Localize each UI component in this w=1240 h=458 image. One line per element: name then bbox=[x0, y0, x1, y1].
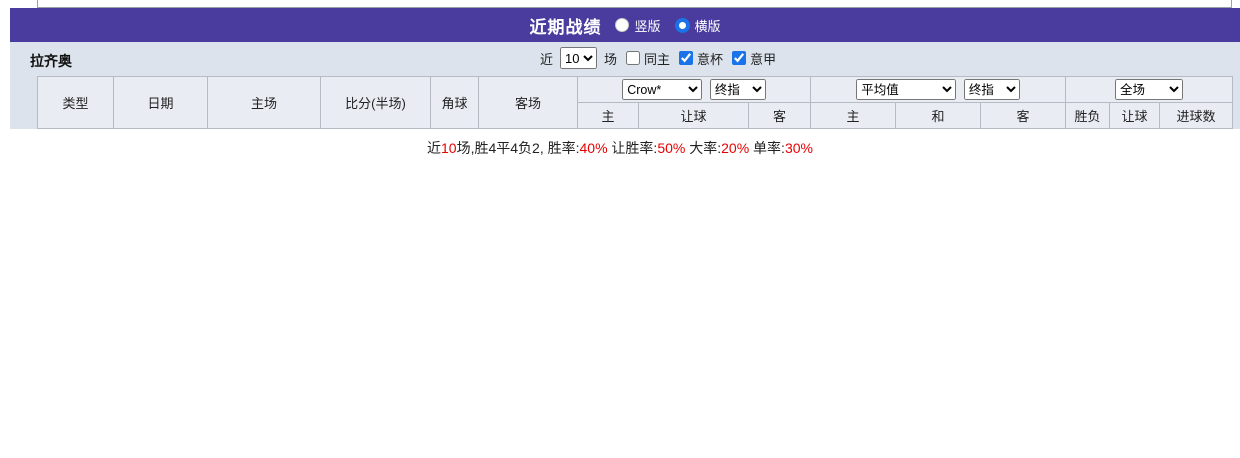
league-label: 意甲 bbox=[750, 51, 777, 67]
sub-header-goals: 进球数 bbox=[1159, 102, 1234, 129]
cup-checkbox[interactable] bbox=[679, 51, 694, 65]
league-checkbox[interactable] bbox=[732, 51, 747, 65]
horizontal-layout-option[interactable]: 横版 bbox=[674, 16, 721, 35]
summary-segment: 50% bbox=[657, 140, 686, 156]
col-header-home: 主场 bbox=[207, 76, 321, 129]
vertical-layout-option[interactable]: 竖版 bbox=[615, 16, 661, 35]
average-select[interactable]: 平均值 bbox=[856, 79, 957, 100]
near-label: 近 bbox=[540, 51, 554, 67]
upper-box-bottom-edge bbox=[37, 0, 1232, 8]
filter-controls: 近 10 场 同主 意杯 意甲 bbox=[540, 47, 776, 69]
sub-header-handicap: 让球 bbox=[638, 102, 749, 129]
sub-header-avg-draw: 和 bbox=[895, 102, 982, 129]
results-table: 类型 日期 主场 比分(半场) 角球 客场 Crow* 终指 平均值 终指 全场… bbox=[37, 76, 1234, 129]
col-header-date: 日期 bbox=[113, 76, 208, 129]
summary-segment: 40% bbox=[579, 140, 608, 156]
sub-header-avg-away: 客 bbox=[980, 102, 1067, 129]
sub-header-result: 胜负 bbox=[1065, 102, 1111, 129]
summary-segment: 单率: bbox=[749, 140, 785, 156]
cup-label: 意杯 bbox=[697, 51, 724, 67]
col-header-corner: 角球 bbox=[430, 76, 479, 129]
average-stage-select[interactable]: 终指 bbox=[963, 79, 1020, 100]
fulltime-select[interactable]: 全场 bbox=[1115, 79, 1184, 100]
horizontal-layout-label: 横版 bbox=[694, 18, 721, 34]
average-odds-header: 平均值 终指 bbox=[810, 76, 1067, 103]
same-home-label: 同主 bbox=[644, 51, 671, 67]
header-row-top: 类型 日期 主场 比分(半场) 角球 客场 Crow* 终指 平均值 终指 全场 bbox=[37, 76, 1234, 129]
odds-company-select[interactable]: Crow* bbox=[622, 79, 703, 100]
radio-unselected-icon[interactable] bbox=[615, 18, 630, 32]
summary-segment: 场,胜4平4负2, 胜率: bbox=[456, 140, 580, 156]
recent-results-panel: 近期战绩 竖版 横版 拉齐奥 近 10 场 同主 意杯 意甲 类型 日期 主场 … bbox=[10, 8, 1240, 129]
team-name: 拉齐奥 bbox=[30, 53, 72, 69]
col-header-score: 比分(半场) bbox=[320, 76, 431, 129]
odds-stage-select[interactable]: 终指 bbox=[709, 79, 766, 100]
same-home-checkbox[interactable] bbox=[626, 51, 641, 65]
radio-selected-icon[interactable] bbox=[674, 17, 690, 33]
col-header-type: 类型 bbox=[37, 76, 114, 129]
sub-header-handicap-result: 让球 bbox=[1109, 102, 1161, 129]
panel-title: 近期战绩 bbox=[529, 17, 602, 37]
sub-header-odds-home: 主 bbox=[577, 102, 639, 129]
match-count-select[interactable]: 10 bbox=[560, 47, 598, 69]
filter-bar: 拉齐奥 近 10 场 同主 意杯 意甲 bbox=[10, 42, 1240, 76]
handicap-odds-header: Crow* 终指 bbox=[576, 76, 812, 103]
summary-segment: 让胜率: bbox=[607, 140, 658, 156]
summary-segment: 10 bbox=[441, 140, 457, 156]
sub-header-avg-home: 主 bbox=[810, 102, 897, 129]
summary-segment: 30% bbox=[784, 140, 813, 156]
title-bar: 近期战绩 竖版 横版 bbox=[10, 8, 1240, 42]
fulltime-header: 全场 bbox=[1065, 76, 1234, 103]
summary-line: 近10场,胜4平4负2, 胜率:40% 让胜率:50% 大率:20% 单率:30… bbox=[0, 129, 1240, 159]
vertical-layout-label: 竖版 bbox=[634, 18, 661, 34]
sub-header-odds-away: 客 bbox=[747, 102, 812, 129]
col-header-away: 客场 bbox=[478, 76, 578, 129]
summary-segment: 20% bbox=[721, 140, 750, 156]
summary-segment: 近 bbox=[427, 140, 442, 156]
summary-segment: 大率: bbox=[685, 140, 722, 156]
matches-label: 场 bbox=[604, 51, 618, 67]
